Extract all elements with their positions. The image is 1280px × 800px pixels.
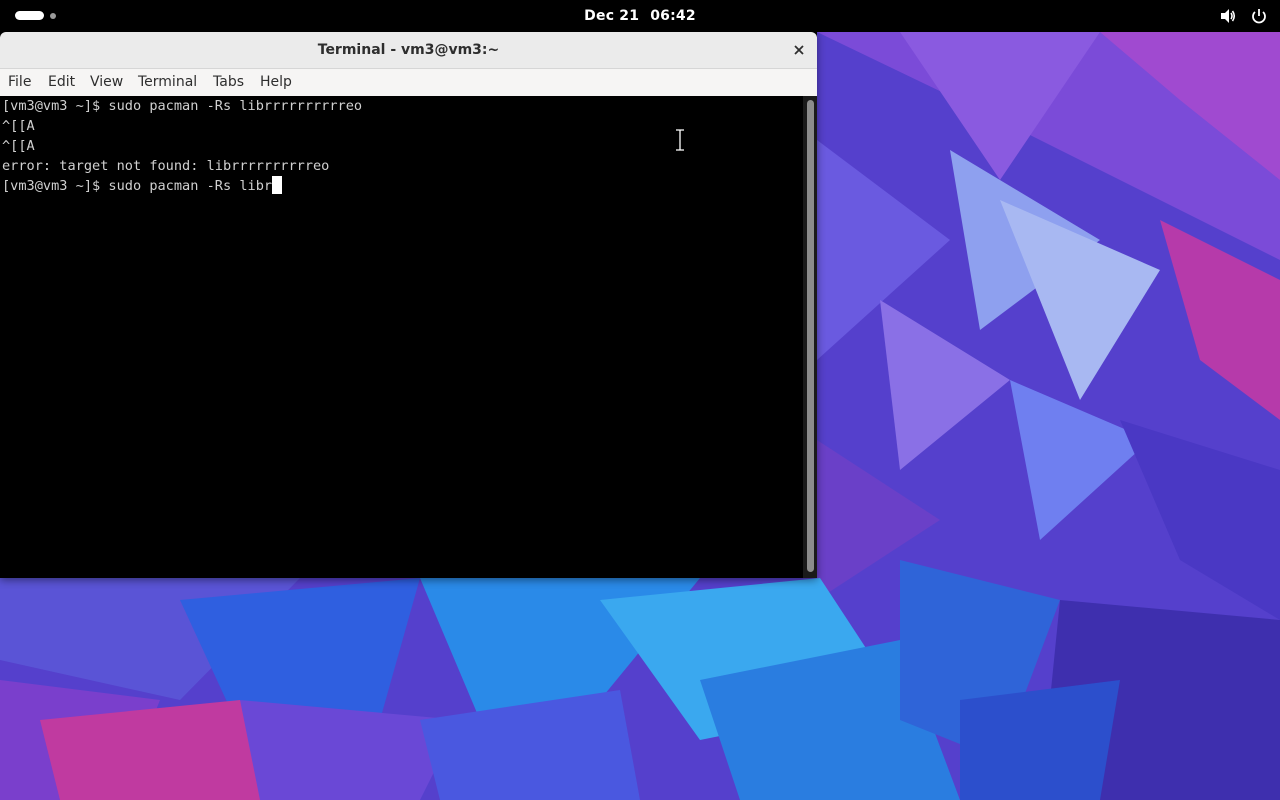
menu-view[interactable]: View	[89, 69, 124, 96]
menu-edit[interactable]: Edit	[47, 69, 76, 96]
menu-bar: File Edit View Terminal Tabs Help	[0, 69, 817, 97]
menu-help[interactable]: Help	[259, 69, 293, 96]
system-tray[interactable]	[1211, 7, 1268, 25]
top-bar: Dec 21 06:42	[0, 0, 1280, 32]
terminal-window[interactable]: Terminal - vm3@vm3:~ File Edit View Term…	[0, 32, 817, 578]
window-titlebar[interactable]: Terminal - vm3@vm3:~	[0, 32, 817, 69]
menu-file[interactable]: File	[7, 69, 32, 96]
terminal-current-input: [vm3@vm3 ~]$ sudo pacman -Rs libr	[2, 178, 273, 194]
terminal-cursor	[272, 176, 283, 194]
close-icon	[794, 45, 804, 55]
terminal-scrollbar[interactable]	[803, 96, 817, 578]
menu-tabs[interactable]: Tabs	[212, 69, 245, 96]
clock-date: Dec 21	[584, 8, 640, 24]
menu-terminal[interactable]: Terminal	[137, 69, 198, 96]
close-button[interactable]	[789, 40, 809, 60]
terminal-line: [vm3@vm3 ~]$ sudo pacman -Rs librrrrrrrr…	[2, 98, 363, 114]
terminal-output[interactable]: [vm3@vm3 ~]$ sudo pacman -Rs librrrrrrrr…	[0, 96, 803, 578]
scrollbar-thumb[interactable]	[807, 100, 814, 572]
clock[interactable]: Dec 21 06:42	[0, 0, 1280, 32]
clock-time: 06:42	[650, 8, 696, 24]
ibeam-cursor-icon	[676, 128, 684, 152]
window-title: Terminal - vm3@vm3:~	[317, 42, 500, 58]
volume-icon[interactable]	[1219, 7, 1237, 25]
terminal-prompt-line[interactable]: [vm3@vm3 ~]$ sudo pacman -Rs libr	[2, 176, 803, 196]
power-icon[interactable]	[1250, 7, 1268, 25]
terminal-line: error: target not found: librrrrrrrrrreo	[2, 158, 330, 174]
